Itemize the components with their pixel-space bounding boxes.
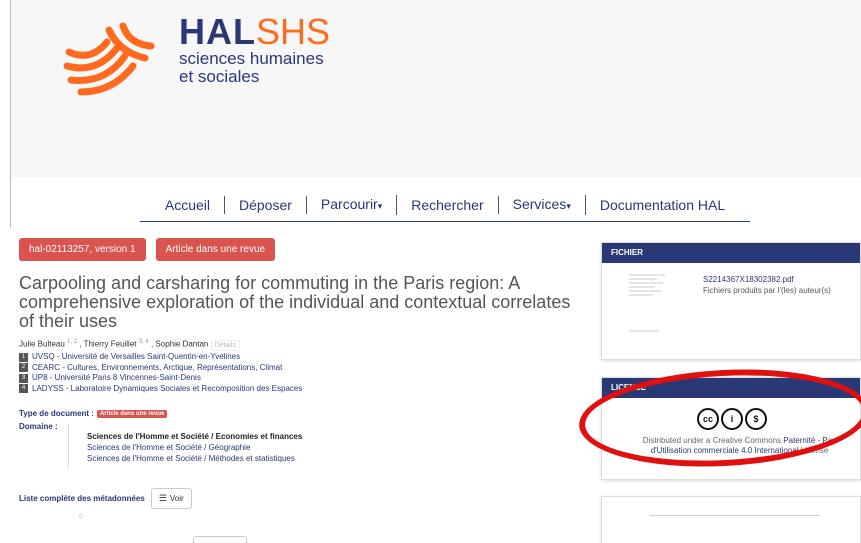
affiliation-number: 3 <box>19 373 28 383</box>
divider <box>650 515 820 516</box>
domaine-item[interactable]: Sciences de l'Homme et Société / Géograp… <box>87 442 302 453</box>
badge-row: hal-02113257, version 1 Article dans une… <box>19 238 276 261</box>
author-link[interactable]: Sophie Dantan <box>155 340 208 349</box>
file-origin: Fichiers produits par l'(les) auteur(s) <box>703 286 831 295</box>
logo-title: HALSHS <box>179 11 331 52</box>
nav-services[interactable]: Services▾ <box>499 194 586 215</box>
nav-accueil[interactable]: Accueil <box>151 195 225 214</box>
non-commercial-icon: $ <box>745 408 767 430</box>
logo-subtitle-2: et sociales <box>179 67 260 86</box>
domaine-item[interactable]: Sciences de l'Homme et Société / Economi… <box>87 431 302 442</box>
voir-button[interactable]: ☰ Voir <box>150 488 192 509</box>
licence-panel: LICENCE cc i $ Distributed under a Creat… <box>601 377 861 480</box>
affiliation-number: 1 <box>19 352 28 362</box>
metadata-row: Liste complète des métadonnées ☰ Voir <box>19 488 192 509</box>
domaine-item[interactable]: Sciences de l'Homme et Société / Méthode… <box>87 453 302 464</box>
affiliation-number: 2 <box>19 363 28 373</box>
nav-rechercher[interactable]: Rechercher <box>397 195 499 214</box>
pdf-thumbnail-icon[interactable] <box>627 273 667 353</box>
affiliation-item[interactable]: 4 LADYSS - Laboratoire Dynamiques Sociale… <box>19 384 302 395</box>
left-rule <box>10 178 11 228</box>
affiliation-item[interactable]: 3 UP8 - Université Paris 8 Vincennes-Sain… <box>19 373 302 384</box>
list-icon: ☰ <box>158 493 167 503</box>
doc-type-label: Type de document : <box>19 409 94 418</box>
author-affil-ref: 3, 4 <box>138 339 149 345</box>
hal-id-badge[interactable]: hal-02113257, version 1 <box>19 238 146 261</box>
faint-counter: 0 <box>79 514 83 521</box>
logo-subtitle-1: sciences humaines <box>179 49 324 68</box>
details-button[interactable]: Détails <box>210 339 240 351</box>
licence-text: Distributed under a Creative Commons Pat… <box>642 436 837 455</box>
fichier-panel: FICHIER S2214367X18302382.pdf Fichiers p… <box>601 242 861 360</box>
pdf-file-link[interactable]: S2214367X18302382.pdf <box>703 275 794 284</box>
domaine-label: Domaine : <box>19 422 58 431</box>
metadata-label: Liste complète des métadonnées <box>19 494 145 503</box>
doc-type-row: Type de document : Article dans une revu… <box>19 409 168 418</box>
third-panel <box>601 496 861 543</box>
authors-line: Julie Bulteau 1, 2 , Thierry Feuillet 3,… <box>19 339 240 351</box>
main-nav: Accueil Déposer Parcourir▾ Rechercher Se… <box>140 188 750 222</box>
by-attribution-icon: i <box>721 408 743 430</box>
doc-type-badge[interactable]: Article dans une revue <box>155 238 276 261</box>
bottom-button[interactable] <box>193 536 247 543</box>
logo-text[interactable]: HALSHS sciences humaines et sociales <box>179 14 330 86</box>
author-affil-ref: 1, 2 <box>67 339 78 345</box>
article-title: Carpooling and carsharing for commuting … <box>19 273 571 331</box>
licence-header: LICENCE <box>602 378 860 398</box>
nav-deposer[interactable]: Déposer <box>225 195 307 214</box>
hal-logo-icon[interactable] <box>61 22 156 100</box>
caret-down-icon: ▾ <box>377 200 383 211</box>
cc-license-icons[interactable]: cc i $ <box>697 408 767 430</box>
author-link[interactable]: Thierry Feuillet <box>84 340 137 349</box>
doc-type-mini-badge[interactable]: Article dans une revue <box>96 409 168 418</box>
domaine-list: Sciences de l'Homme et Société / Economi… <box>87 431 302 464</box>
header-band: HALSHS sciences humaines et sociales <box>10 0 861 178</box>
nav-parcourir[interactable]: Parcourir▾ <box>307 194 398 215</box>
caret-down-icon: ▾ <box>566 200 571 211</box>
domaine-divider <box>68 424 69 468</box>
affiliation-item[interactable]: 2 CEARC - Cultures, Environnements, Arcti… <box>19 363 302 374</box>
cc-icon: cc <box>697 408 719 430</box>
nav-documentation[interactable]: Documentation HAL <box>586 196 739 214</box>
affiliations-list: 1 UVSQ - Université de Versailles Saint-Q… <box>19 352 302 394</box>
author-link[interactable]: Julie Bulteau <box>19 340 65 349</box>
fichier-header: FICHIER <box>602 243 860 263</box>
affiliation-item[interactable]: 1 UVSQ - Université de Versailles Saint-Q… <box>19 352 302 363</box>
affiliation-number: 4 <box>19 384 28 394</box>
